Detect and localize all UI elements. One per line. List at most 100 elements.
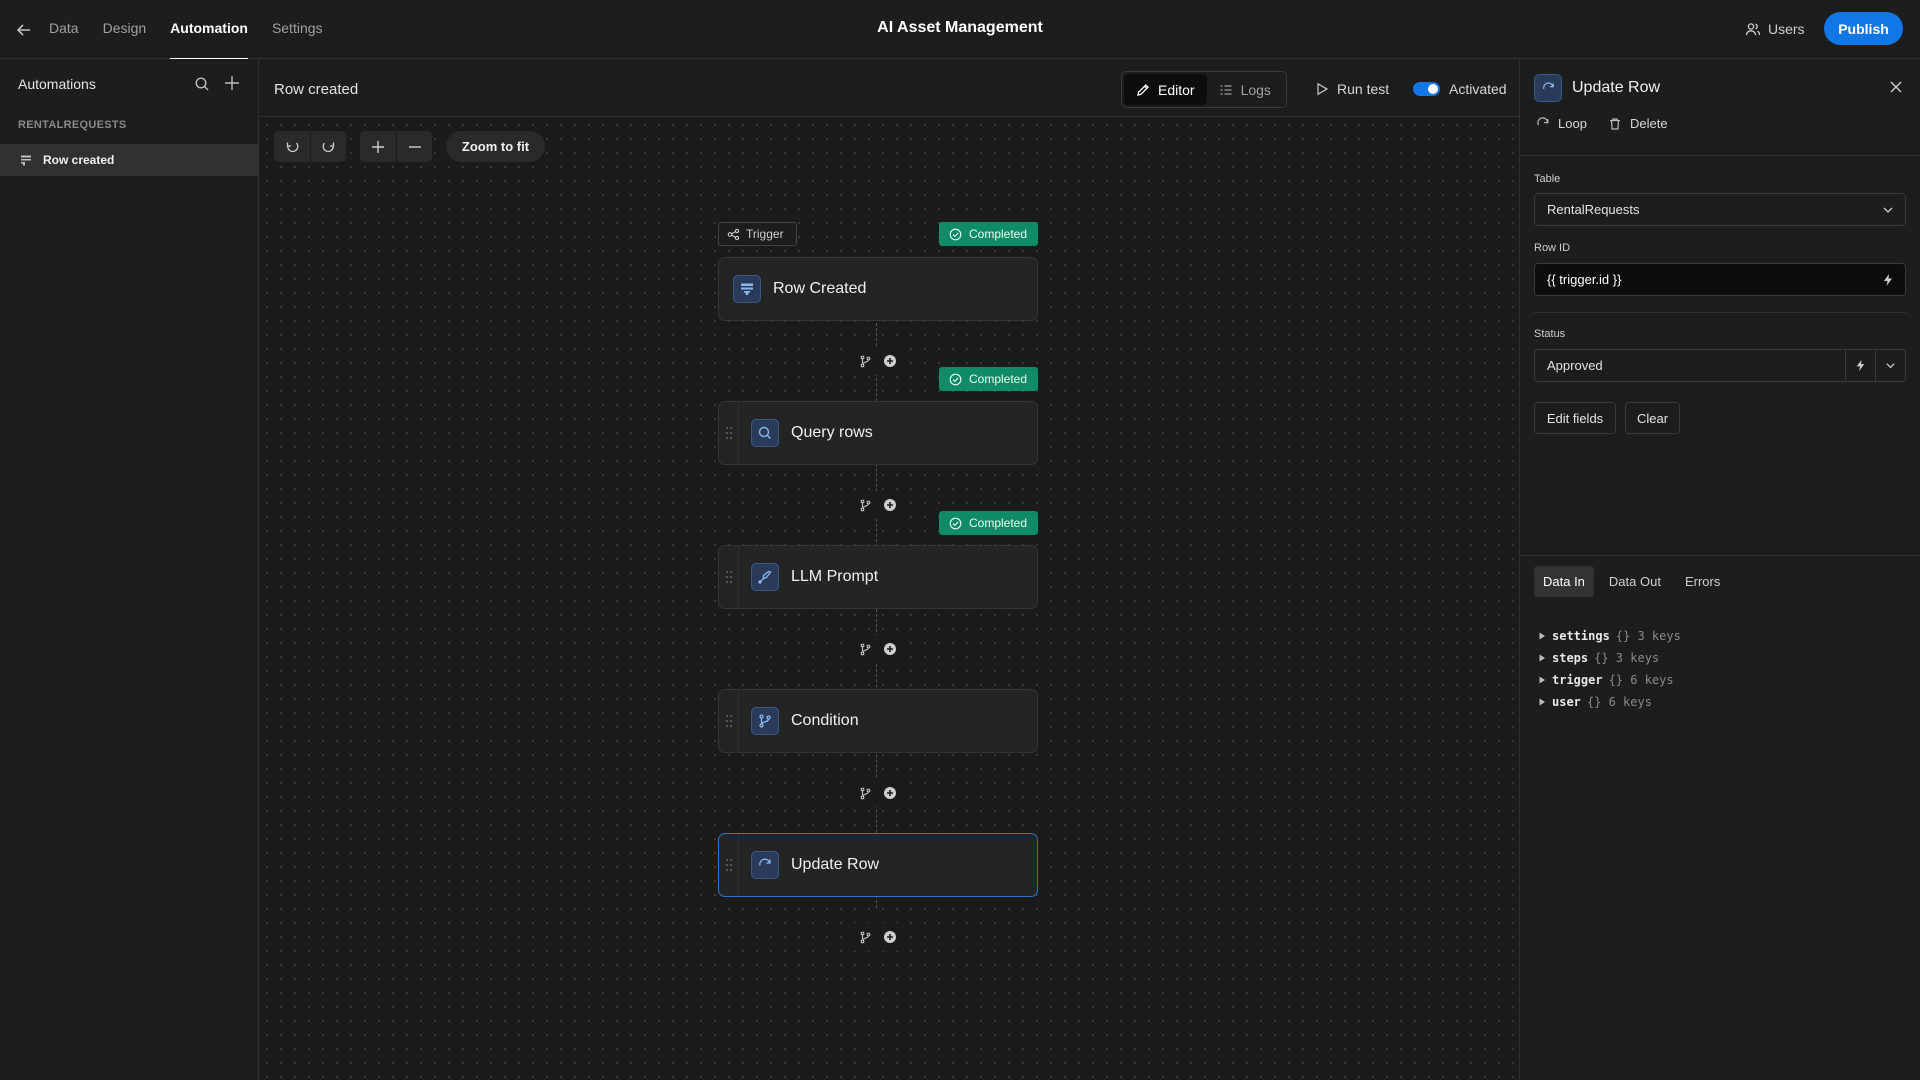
pencil-icon bbox=[1137, 83, 1149, 96]
prompt-icon bbox=[751, 563, 779, 591]
status-badge: Completed bbox=[939, 367, 1038, 391]
node-llm-prompt[interactable]: LLM Prompt bbox=[718, 545, 1038, 609]
drag-handle-icon[interactable] bbox=[719, 690, 739, 752]
tree-meta: {} 3 keys bbox=[1594, 651, 1660, 665]
automation-title: Row created bbox=[274, 81, 359, 98]
zoom-in-icon[interactable] bbox=[360, 131, 396, 162]
tab-data-out[interactable]: Data Out bbox=[1600, 566, 1670, 597]
clear-button[interactable]: Clear bbox=[1625, 402, 1680, 434]
drag-handle-icon[interactable] bbox=[719, 546, 739, 608]
drag-handle-icon[interactable] bbox=[719, 402, 739, 464]
close-icon[interactable] bbox=[1888, 79, 1904, 95]
divider bbox=[1520, 155, 1920, 156]
lightning-icon[interactable] bbox=[1845, 350, 1875, 381]
publish-button[interactable]: Publish bbox=[1824, 12, 1903, 45]
tree-row[interactable]: settings {} 3 keys bbox=[1538, 625, 1681, 647]
status-value: Approved bbox=[1547, 358, 1603, 373]
check-circle-icon bbox=[949, 517, 962, 529]
sidebar-section-title: RENTALREQUESTS bbox=[18, 119, 127, 131]
list-icon bbox=[1220, 84, 1232, 95]
tree-meta: {} 6 keys bbox=[1608, 673, 1674, 687]
loop-button[interactable]: Loop bbox=[1536, 116, 1587, 131]
node-query-rows[interactable]: Query rows bbox=[718, 401, 1038, 465]
lightning-icon[interactable] bbox=[1881, 273, 1895, 287]
node-condition[interactable]: Condition bbox=[718, 689, 1038, 753]
step-settings-panel: Update Row Loop Delete Table RentalReque… bbox=[1519, 59, 1920, 1080]
chevron-down-icon[interactable] bbox=[1875, 350, 1905, 381]
tree-row[interactable]: steps {} 3 keys bbox=[1538, 647, 1681, 669]
undo-icon[interactable] bbox=[274, 131, 310, 162]
tree-key: steps bbox=[1552, 651, 1589, 665]
users-icon bbox=[1745, 23, 1761, 36]
add-step-icon[interactable] bbox=[883, 787, 896, 799]
trash-icon bbox=[1610, 117, 1620, 130]
sidebar-item-row-created[interactable]: Row created bbox=[0, 144, 258, 176]
zoom-to-fit-button[interactable]: Zoom to fit bbox=[446, 131, 545, 162]
back-arrow-icon[interactable] bbox=[14, 20, 34, 40]
flow-canvas[interactable]: Zoom to fit Trigger Completed Row Create… bbox=[260, 118, 1519, 1080]
node-label: LLM Prompt bbox=[791, 568, 879, 585]
nav-data[interactable]: Data bbox=[49, 0, 79, 59]
node-label: Query rows bbox=[791, 424, 873, 441]
add-step-icon[interactable] bbox=[883, 931, 896, 943]
loop-label: Loop bbox=[1558, 116, 1587, 131]
data-tabs: Data In Data Out Errors bbox=[1534, 566, 1729, 597]
add-step-icon[interactable] bbox=[883, 499, 896, 511]
tab-editor[interactable]: Editor bbox=[1124, 74, 1207, 105]
branch-icon[interactable] bbox=[859, 355, 872, 368]
add-automation-icon[interactable] bbox=[223, 74, 241, 92]
branch-icon[interactable] bbox=[859, 787, 872, 800]
tab-errors[interactable]: Errors bbox=[1676, 566, 1729, 597]
node-label: Update Row bbox=[791, 856, 880, 873]
run-test-button[interactable]: Run test bbox=[1315, 81, 1389, 97]
users-button[interactable]: Users bbox=[1745, 18, 1805, 40]
automations-sidebar: Automations RENTALREQUESTS Row created bbox=[0, 59, 259, 1080]
check-circle-icon bbox=[949, 373, 962, 385]
tab-logs[interactable]: Logs bbox=[1207, 74, 1283, 105]
loop-icon bbox=[1537, 116, 1549, 125]
activated-toggle-wrap: Activated bbox=[1413, 81, 1507, 97]
tree-key: settings bbox=[1552, 629, 1610, 643]
nav-design[interactable]: Design bbox=[103, 0, 147, 59]
edit-fields-button[interactable]: Edit fields bbox=[1534, 402, 1616, 434]
divider bbox=[1520, 555, 1920, 556]
row-id-value: {{ trigger.id }} bbox=[1547, 272, 1622, 287]
activated-toggle[interactable] bbox=[1413, 82, 1440, 96]
caret-right-icon bbox=[1539, 676, 1545, 684]
tree-key: user bbox=[1552, 695, 1581, 709]
table-label: Table bbox=[1534, 173, 1561, 185]
node-connector bbox=[850, 491, 904, 519]
nav-settings[interactable]: Settings bbox=[272, 0, 323, 59]
search-icon[interactable] bbox=[194, 76, 210, 92]
node-label: Condition bbox=[791, 712, 859, 729]
row-id-input[interactable]: {{ trigger.id }} bbox=[1534, 263, 1906, 296]
node-update-row[interactable]: Update Row bbox=[718, 833, 1038, 897]
table-select[interactable]: RentalRequests bbox=[1534, 193, 1906, 226]
chevron-down-icon bbox=[1883, 207, 1893, 213]
add-step-icon[interactable] bbox=[883, 355, 896, 367]
add-step-icon[interactable] bbox=[883, 643, 896, 655]
table-icon bbox=[20, 154, 32, 166]
zoom-out-icon[interactable] bbox=[396, 131, 432, 162]
delete-label: Delete bbox=[1630, 116, 1668, 131]
node-row-created[interactable]: Row Created bbox=[718, 257, 1038, 321]
branch-icon bbox=[751, 707, 779, 735]
tree-row[interactable]: trigger {} 6 keys bbox=[1538, 669, 1681, 691]
branch-icon[interactable] bbox=[859, 499, 872, 512]
branch-icon[interactable] bbox=[859, 931, 872, 944]
view-tabs: Editor Logs bbox=[1121, 71, 1287, 108]
tab-data-in[interactable]: Data In bbox=[1534, 566, 1594, 597]
users-label: Users bbox=[1768, 21, 1805, 37]
nav-automation[interactable]: Automation bbox=[170, 0, 248, 60]
tree-row[interactable]: user {} 6 keys bbox=[1538, 691, 1681, 713]
status-label: Status bbox=[1534, 328, 1566, 340]
table-icon bbox=[733, 275, 761, 303]
status-select[interactable]: Approved bbox=[1534, 349, 1906, 382]
branch-icon[interactable] bbox=[859, 643, 872, 656]
status-badge-label: Completed bbox=[969, 516, 1028, 530]
redo-icon[interactable] bbox=[310, 131, 346, 162]
caret-right-icon bbox=[1539, 632, 1545, 640]
history-controls bbox=[274, 131, 346, 162]
delete-button[interactable]: Delete bbox=[1608, 116, 1668, 131]
drag-handle-icon[interactable] bbox=[719, 834, 739, 896]
